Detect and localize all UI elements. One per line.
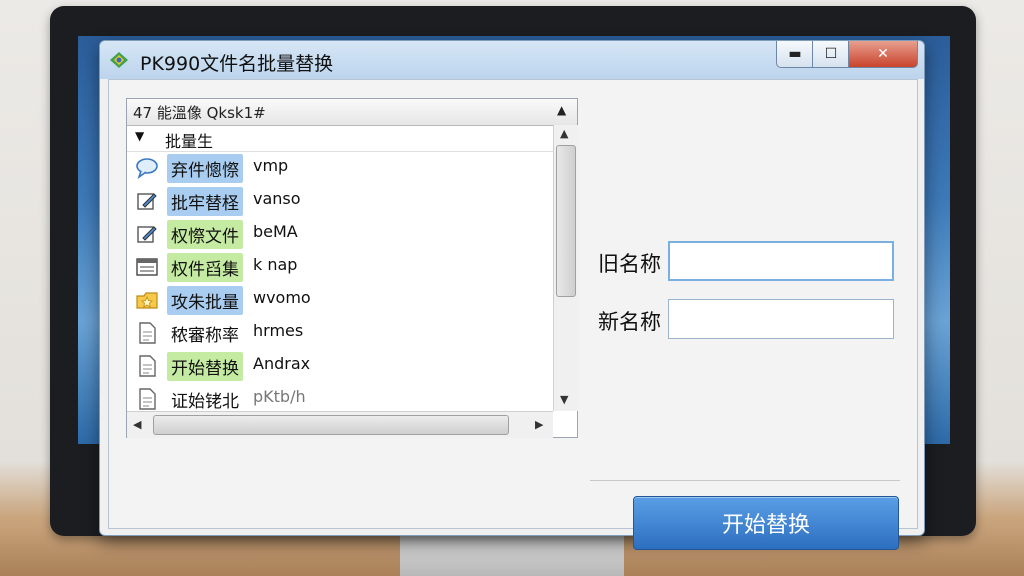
horizontal-scroll-thumb[interactable] [153, 415, 509, 435]
list-item[interactable]: 批牢替柽 vanso [127, 184, 553, 217]
list-item-ext: beMA [253, 222, 298, 241]
vertical-scrollbar[interactable]: ▲ ▼ [553, 125, 578, 411]
window-list-icon [136, 258, 158, 276]
list-item-ext: Andrax [253, 354, 311, 373]
list-item-ext: vmp [253, 156, 289, 175]
minimize-icon: ▬ [788, 46, 802, 62]
scroll-up-icon[interactable]: ▲ [560, 127, 568, 140]
maximize-button[interactable]: ☐ [812, 41, 850, 68]
app-window: PK990文件名批量替换 ▬ ☐ ✕ 47 能溫像 Qksk1# ▲ ▼ 批量生 [99, 40, 925, 550]
scroll-right-icon[interactable]: ▶ [535, 418, 543, 431]
title-bar[interactable]: PK990文件名批量替换 ▬ ☐ ✕ [100, 41, 924, 79]
list-item-ext: k nap [253, 255, 298, 274]
list-item-label: 权件舀集 [167, 253, 243, 282]
vertical-scroll-thumb[interactable] [556, 145, 576, 297]
list-item-ext: wvomo [253, 288, 311, 307]
new-name-label: 新名称 [598, 310, 661, 334]
scroll-left-icon[interactable]: ◀ [133, 418, 141, 431]
window-title: PK990文件名批量替换 [140, 53, 334, 75]
maximize-icon: ☐ [824, 46, 838, 62]
document-icon [139, 322, 156, 344]
list-item-ext: hrmes [253, 321, 304, 340]
list-item[interactable]: 弃件憁憏 vmp [127, 151, 553, 184]
list-item[interactable]: 权件舀集 k nap [127, 250, 553, 283]
list-item[interactable]: 攻朱批量 wvomo [127, 283, 553, 316]
list-item[interactable]: 开始替换 Andrax [127, 349, 553, 382]
file-list-panel: 47 能溫像 Qksk1# ▲ ▼ 批量生 弃件憁憏 vmp 批牢替柽 vans… [126, 98, 578, 438]
list-item-label: 秾審称率 [171, 326, 239, 346]
list-item[interactable]: 秾審称率 hrmes [127, 316, 553, 349]
list-item-ext: pKtb/h [253, 387, 306, 406]
scroll-down-icon[interactable]: ▼ [560, 393, 568, 406]
expand-triangle-icon[interactable]: ▼ [135, 129, 144, 143]
list-item-label: 弃件憁憏 [167, 154, 243, 183]
edit-pen-icon [137, 226, 157, 243]
list-item-label: 权憏文件 [167, 220, 243, 249]
old-name-input[interactable] [668, 241, 894, 281]
divider [590, 480, 900, 481]
list-item[interactable]: 权憏文件 beMA [127, 217, 553, 250]
close-button[interactable]: ✕ [848, 41, 918, 68]
list-item-label: 攻朱批量 [167, 286, 243, 315]
edit-pen-icon [137, 193, 157, 210]
list-header[interactable]: 47 能溫像 Qksk1# ▲ [127, 99, 577, 126]
new-name-input[interactable] [668, 299, 894, 339]
collapse-up-icon[interactable]: ▲ [557, 103, 566, 117]
list-header-text: 47 能溫像 Qksk1# [133, 104, 266, 122]
horizontal-scrollbar[interactable]: ◀ ▶ [127, 411, 553, 438]
app-logo-icon [110, 52, 128, 68]
close-icon: ✕ [877, 46, 889, 62]
list-item-label: 批牢替柽 [167, 187, 243, 216]
tree-group-row[interactable]: ▼ 批量生 [127, 125, 553, 152]
start-replace-button[interactable]: 开始替换 [633, 496, 899, 550]
minimize-button[interactable]: ▬ [776, 41, 814, 68]
list-item-label: 证始铑北 [171, 392, 239, 412]
tree-group-label: 批量生 [165, 132, 214, 151]
list-item-ext: vanso [253, 189, 301, 208]
list-item-label: 开始替换 [167, 352, 243, 381]
document-icon [139, 388, 156, 410]
star-folder-icon [136, 292, 158, 309]
old-name-label: 旧名称 [598, 252, 661, 276]
monitor-stand [400, 536, 624, 576]
client-area: 47 能溫像 Qksk1# ▲ ▼ 批量生 弃件憁憏 vmp 批牢替柽 vans… [108, 79, 918, 550]
document-icon [139, 355, 156, 377]
speech-bubble-icon [136, 158, 158, 180]
